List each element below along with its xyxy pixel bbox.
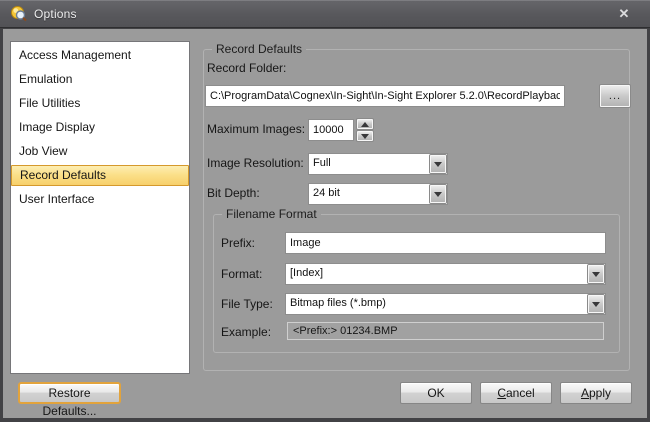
cancel-button[interactable]: Cancel xyxy=(480,382,552,404)
category-list: Access Management Emulation File Utiliti… xyxy=(10,41,190,374)
restore-defaults-button[interactable]: Restore Defaults... xyxy=(18,382,121,404)
filename-format-group-title: Filename Format xyxy=(222,207,321,221)
bit-depth-value: 24 bit xyxy=(309,184,429,204)
format-label: Format: xyxy=(221,267,262,281)
record-folder-input[interactable] xyxy=(205,85,565,107)
maximum-images-input[interactable] xyxy=(308,119,354,141)
dropdown-arrow-icon[interactable] xyxy=(588,265,604,283)
image-resolution-select[interactable]: Full xyxy=(308,153,448,175)
sidebar-item-emulation[interactable]: Emulation xyxy=(11,69,189,90)
apply-button[interactable]: Apply xyxy=(560,382,632,404)
sidebar-item-user-interface[interactable]: User Interface xyxy=(11,189,189,210)
format-value: [Index] xyxy=(286,264,587,284)
options-dialog: Options ✕ Access Management Emulation Fi… xyxy=(0,0,650,422)
file-type-select[interactable]: Bitmap files (*.bmp) xyxy=(285,293,606,315)
image-resolution-value: Full xyxy=(309,154,429,174)
record-defaults-group-title: Record Defaults xyxy=(212,42,306,56)
example-label: Example: xyxy=(221,325,271,339)
dropdown-arrow-icon[interactable] xyxy=(430,155,446,173)
sidebar-item-job-view[interactable]: Job View xyxy=(11,141,189,162)
maximum-images-label: Maximum Images: xyxy=(207,122,305,136)
example-value: <Prefix:> 01234.BMP xyxy=(287,322,604,340)
spin-down-icon[interactable] xyxy=(357,131,373,141)
dropdown-arrow-icon[interactable] xyxy=(588,295,604,313)
prefix-input[interactable] xyxy=(285,232,606,254)
maximum-images-stepper xyxy=(357,119,373,141)
close-icon[interactable]: ✕ xyxy=(612,4,636,24)
ok-button[interactable]: OK xyxy=(400,382,472,404)
browse-button[interactable]: ... xyxy=(600,85,630,107)
file-type-value: Bitmap files (*.bmp) xyxy=(286,294,587,314)
spin-up-icon[interactable] xyxy=(357,119,373,129)
prefix-label: Prefix: xyxy=(221,236,255,250)
sidebar-item-record-defaults[interactable]: Record Defaults xyxy=(11,165,189,186)
bit-depth-select[interactable]: 24 bit xyxy=(308,183,448,205)
options-gear-magnifier-icon xyxy=(10,5,27,22)
sidebar-item-image-display[interactable]: Image Display xyxy=(11,117,189,138)
record-folder-label: Record Folder: xyxy=(207,61,286,75)
titlebar[interactable]: Options ✕ xyxy=(0,0,650,28)
dialog-body: Access Management Emulation File Utiliti… xyxy=(3,29,647,418)
dropdown-arrow-icon[interactable] xyxy=(430,185,446,203)
image-resolution-label: Image Resolution: xyxy=(207,156,304,170)
file-type-label: File Type: xyxy=(221,297,273,311)
sidebar-item-access-management[interactable]: Access Management xyxy=(11,45,189,66)
sidebar-item-file-utilities[interactable]: File Utilities xyxy=(11,93,189,114)
format-select[interactable]: [Index] xyxy=(285,263,606,285)
window-title: Options xyxy=(34,7,77,21)
bit-depth-label: Bit Depth: xyxy=(207,186,260,200)
